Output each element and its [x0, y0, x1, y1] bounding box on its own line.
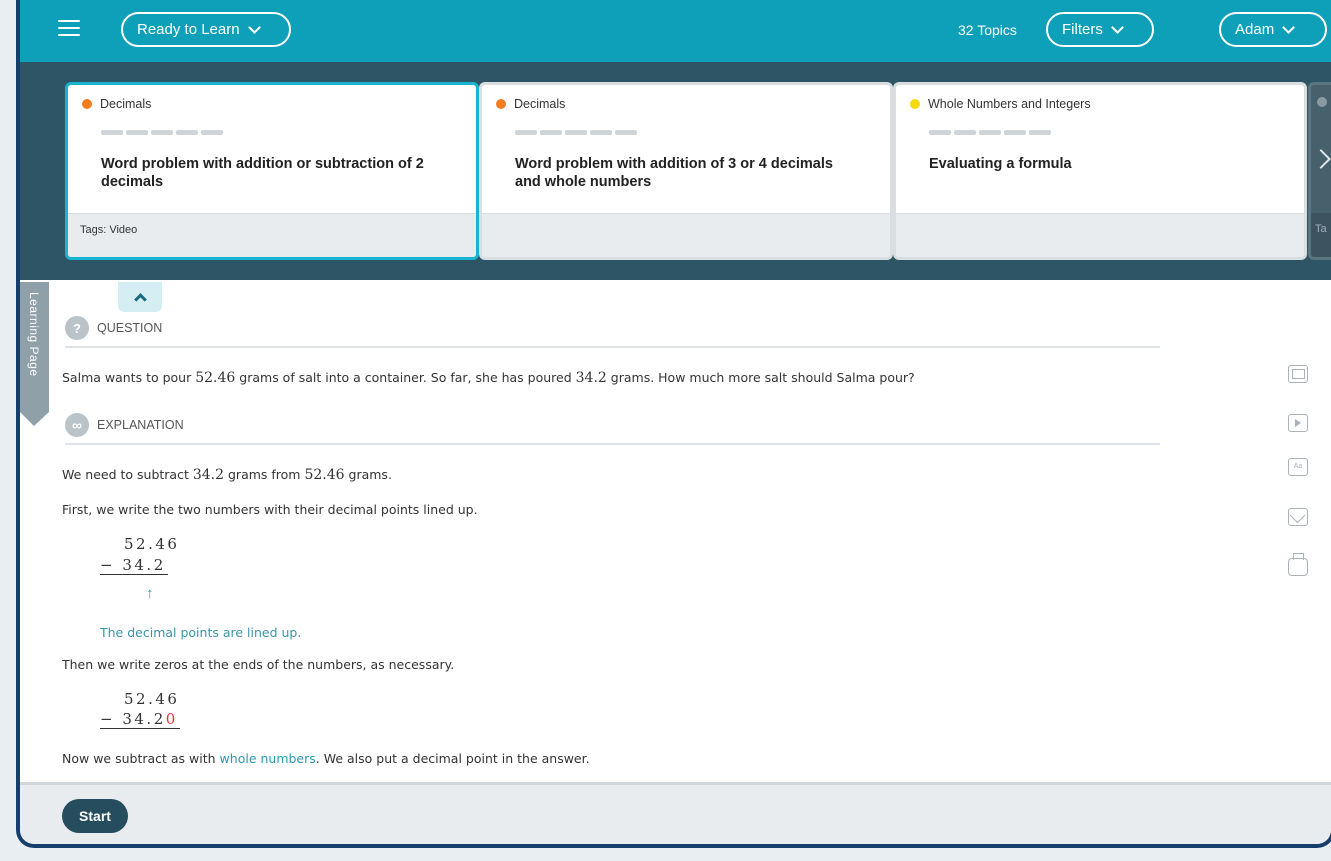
number: 52.46 [195, 370, 236, 386]
explanation-line: We need to subtract 34.2 grams from 52.4… [62, 467, 392, 483]
start-button[interactable]: Start [62, 799, 128, 833]
arrow-up-icon: ↑ [146, 585, 154, 602]
question-heading: ? QUESTION [65, 316, 1160, 348]
card-tags: Ta [1315, 223, 1327, 235]
filters-dropdown[interactable]: Filters [1046, 12, 1154, 47]
category-label: Whole Numbers and Integers [928, 97, 1091, 111]
card-title: Word problem with addition or subtractio… [101, 156, 424, 190]
dictionary-icon[interactable]: Aa [1288, 458, 1308, 476]
chevron-up-icon [133, 293, 147, 306]
explanation-heading: ∞ EXPLANATION [65, 413, 1160, 445]
calc-top-number: 52.46 [124, 535, 180, 553]
print-icon[interactable] [1288, 553, 1308, 576]
text-part: Salma wants to pour [62, 370, 196, 385]
subtrahend: − 34.2 [100, 710, 166, 728]
user-name: Adam [1235, 21, 1275, 38]
text-part: grams from [224, 467, 305, 482]
subtrahend: − 34.2 [100, 556, 168, 575]
category-dot-icon [496, 99, 506, 109]
app-frame: Ready to Learn 32 Topics Filters Adam De… [16, 0, 1331, 848]
added-zero: 0 [165, 710, 178, 728]
topic-card[interactable]: Decimals Word problem with addition or s… [65, 82, 479, 260]
bottom-bar: Start [20, 782, 1331, 844]
card-category: Decimals [82, 97, 151, 111]
number: 34.2 [575, 370, 607, 386]
hamburger-menu-icon[interactable] [58, 20, 80, 40]
card-title: Evaluating a formula [929, 156, 1072, 172]
category-dot-icon [910, 99, 920, 109]
card-footer [482, 213, 890, 257]
category-dot-icon [82, 99, 92, 109]
calc-bottom-number: − 34.20 [100, 710, 180, 729]
calculator-icon[interactable] [1288, 365, 1308, 383]
topics-count: 32 Topics [958, 22, 1017, 38]
mode-dropdown[interactable]: Ready to Learn [121, 12, 291, 47]
learning-page-label: Learning Page [27, 292, 41, 377]
video-icon[interactable] [1288, 414, 1308, 432]
topic-carousel: Decimals Word problem with addition or s… [20, 62, 1331, 280]
explanation-line: Now we subtract as with whole numbers. W… [62, 751, 590, 766]
filters-label: Filters [1062, 21, 1103, 38]
topic-card[interactable]: Whole Numbers and Integers Evaluating a … [893, 82, 1307, 260]
card-footer: Ta [1311, 213, 1331, 257]
card-category: Whole Numbers and Integers [910, 97, 1091, 111]
progress-dashes [101, 130, 223, 135]
mode-label: Ready to Learn [137, 21, 240, 38]
explanation-line: Then we write zeros at the ends of the n… [62, 657, 455, 672]
card-category [1317, 97, 1327, 107]
card-category: Decimals [496, 97, 565, 111]
progress-dashes [515, 130, 637, 135]
number: 34.2 [192, 467, 225, 483]
text-part: . We also put a decimal point in the ans… [315, 751, 590, 766]
question-icon: ? [65, 316, 89, 340]
infinity-icon: ∞ [65, 413, 89, 437]
question-text: Salma wants to pour 52.46 grams of salt … [62, 370, 915, 386]
mail-icon[interactable] [1288, 508, 1308, 526]
text-part: grams. [344, 467, 392, 482]
text-part: Now we subtract as with [62, 751, 220, 766]
chevron-down-icon [247, 20, 261, 34]
top-bar: Ready to Learn 32 Topics Filters Adam [20, 0, 1331, 62]
whole-numbers-link[interactable]: whole numbers [220, 751, 316, 766]
calc-bottom-number: − 34.2 [100, 556, 168, 575]
number: 52.46 [304, 467, 345, 483]
calc-top-number: 52.46 [124, 690, 180, 708]
collapse-cards-button[interactable] [118, 282, 162, 312]
topic-card[interactable]: Decimals Word problem with addition of 3… [479, 82, 893, 260]
card-title: Word problem with addition of 3 or 4 dec… [515, 156, 833, 190]
category-label: Decimals [514, 97, 566, 111]
card-footer [896, 213, 1304, 257]
text-part: grams. How much more salt should Salma p… [606, 370, 915, 385]
topic-card-partial[interactable]: Ta [1308, 82, 1331, 260]
card-tags: Tags: Video [80, 224, 138, 236]
category-label: Decimals [100, 97, 152, 111]
chevron-down-icon [1110, 20, 1124, 34]
progress-dashes [929, 130, 1051, 135]
category-dot-icon [1317, 97, 1327, 107]
explanation-line: First, we write the two numbers with the… [62, 502, 478, 517]
chevron-down-icon [1282, 20, 1296, 34]
learning-page-tab[interactable]: Learning Page [20, 282, 49, 426]
text-part: grams of salt into a container. So far, … [235, 370, 576, 385]
question-heading-label: QUESTION [97, 321, 163, 335]
user-menu[interactable]: Adam [1219, 12, 1327, 47]
decimal-note: The decimal points are lined up. [100, 625, 302, 640]
explanation-heading-label: EXPLANATION [97, 418, 184, 432]
text-part: We need to subtract [62, 467, 193, 482]
card-footer: Tags: Video [68, 213, 476, 257]
